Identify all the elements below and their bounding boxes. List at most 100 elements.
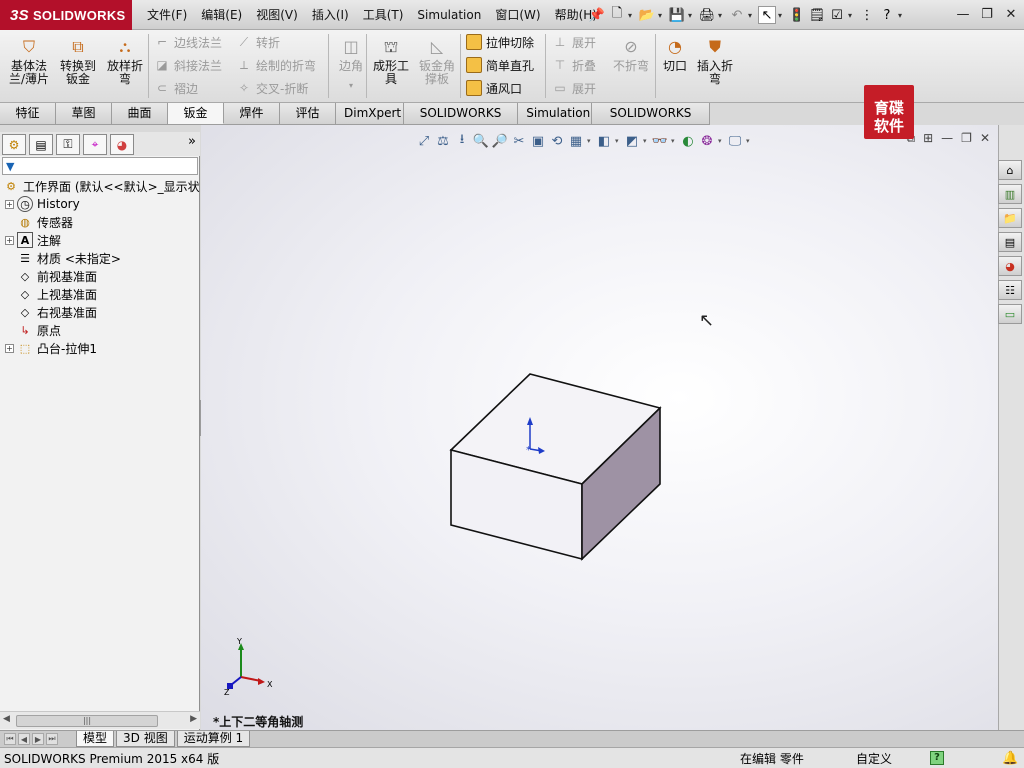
tab-features[interactable]: 特征 (0, 103, 56, 124)
tab-3d-views[interactable]: 3D 视图 (116, 731, 175, 747)
menu-view[interactable]: 视图(V) (249, 0, 305, 30)
tab-evaluate[interactable]: 评估 (280, 103, 336, 124)
first-tab-icon[interactable]: ⏮ (4, 733, 16, 745)
design-library-icon[interactable]: ▥ (998, 184, 1022, 204)
expand-icon[interactable]: + (5, 235, 14, 245)
tree-item-history[interactable]: + ◷ History (0, 195, 200, 213)
rebuild-status-icon[interactable]: 🔔 (1002, 751, 1018, 766)
no-bends-button[interactable]: ⊘ 不折弯 (610, 39, 652, 73)
tree-item-top-plane[interactable]: ◇ 上视基准面 (0, 285, 200, 303)
menu-file[interactable]: 文件(F) (140, 0, 194, 30)
new-dropdown-icon[interactable]: ▾ (628, 11, 636, 20)
tab-model[interactable]: 模型 (76, 731, 115, 747)
tab-simulation[interactable]: Simulation (518, 103, 593, 124)
cross-break-button[interactable]: ✧ 交叉-折断 (236, 78, 308, 98)
print-dropdown-icon[interactable]: ▾ (718, 11, 726, 20)
tab-mbd[interactable]: SOLIDWORKS MBD (592, 103, 711, 141)
file-explorer-icon[interactable]: 📁 (998, 208, 1022, 228)
base-flange-button[interactable]: ⛉ 基体法 兰/薄片 (8, 39, 50, 86)
tab-sheet-metal[interactable]: 钣金 (168, 103, 224, 124)
next-tab-icon[interactable]: ▶ (32, 733, 44, 745)
part-model[interactable]: * (201, 125, 998, 730)
appearances-icon[interactable]: ◕ (998, 256, 1022, 276)
lofted-bend-button[interactable]: ⛬ 放样折 弯 (104, 39, 146, 86)
solidworks-logo[interactable]: 3S SOLIDWORKS (0, 0, 132, 30)
simple-hole-button[interactable]: 简单直孔 (466, 55, 534, 75)
rebuild-traffic-light-icon[interactable]: 🚦 (788, 6, 806, 24)
configuration-manager-tab-icon[interactable]: ⚿ (56, 134, 80, 155)
more-icon[interactable]: ⋮ (858, 6, 876, 24)
jog-button[interactable]: ⟋ 转折 (236, 32, 280, 52)
tree-item-sensors[interactable]: ◍ 传感器 (0, 213, 200, 231)
tree-horizontal-scrollbar[interactable]: ◀ ||| ▶ (0, 711, 200, 729)
tab-motion-study[interactable]: 运动算例 1 (176, 731, 251, 747)
display-manager-tab-icon[interactable]: ◕ (110, 134, 134, 155)
help-dropdown-icon[interactable]: ▾ (898, 11, 906, 20)
save-icon[interactable]: 💾 (668, 6, 686, 24)
options-icon[interactable]: ☑ (828, 6, 846, 24)
fold-button[interactable]: ⊤ 折叠 (552, 55, 596, 75)
save-dropdown-icon[interactable]: ▾ (688, 11, 696, 20)
menu-insert[interactable]: 插入(I) (305, 0, 356, 30)
options-dropdown-icon[interactable]: ▾ (848, 11, 856, 20)
restore-icon[interactable]: ❐ (978, 6, 996, 22)
scroll-left-icon[interactable]: ◀ (3, 714, 10, 724)
insert-bends-button[interactable]: ⛊ 插入折 弯 (694, 39, 736, 86)
more-tabs-icon[interactable]: » (188, 134, 196, 149)
home-icon[interactable]: ⌂ (998, 160, 1022, 180)
minimize-icon[interactable]: — (954, 6, 972, 22)
rip-button[interactable]: ◔ 切口 (654, 39, 696, 73)
new-document-icon[interactable]: 🗋 (608, 6, 626, 24)
tab-sketch[interactable]: 草图 (56, 103, 112, 124)
forming-tool-button[interactable]: ⛫ 成形工 具 (370, 39, 412, 86)
menu-tools[interactable]: 工具(T) (356, 0, 411, 30)
tree-item-annotations[interactable]: + A 注解 (0, 231, 200, 249)
undo-dropdown-icon[interactable]: ▾ (748, 11, 756, 20)
tab-addins[interactable]: SOLIDWORKS 插件 (403, 103, 519, 141)
flatten-button[interactable]: ▭ 展开 (552, 78, 596, 98)
tab-weldments[interactable]: 焊件 (224, 103, 280, 124)
forum-icon[interactable]: ▭ (998, 304, 1022, 324)
scrollbar-thumb[interactable]: ||| (16, 715, 158, 727)
expand-icon[interactable]: + (5, 343, 14, 353)
units-selector[interactable]: 自定义 (856, 750, 892, 767)
tree-item-front-plane[interactable]: ◇ 前视基准面 (0, 267, 200, 285)
vent-button[interactable]: 通风口 (466, 78, 522, 98)
select-dropdown-icon[interactable]: ▾ (778, 11, 786, 20)
miter-flange-button[interactable]: ◪ 斜接法兰 (154, 55, 222, 75)
tree-item-boss-extrude[interactable]: + ⬚ 凸台-拉伸1 (0, 339, 200, 357)
menu-simulation[interactable]: Simulation (410, 0, 488, 30)
tab-dimxpert[interactable]: DimXpert (336, 103, 404, 124)
property-manager-tab-icon[interactable]: ▤ (29, 134, 53, 155)
feature-manager-tab-icon[interactable]: ⚙ (2, 134, 26, 155)
prev-tab-icon[interactable]: ◀ (18, 733, 30, 745)
tree-item-material[interactable]: ☰ 材质 <未指定> (0, 249, 200, 267)
pin-icon[interactable]: 📌 (588, 6, 606, 24)
close-icon[interactable]: ✕ (1002, 6, 1020, 22)
hem-button[interactable]: ⊂ 褶边 (154, 78, 198, 98)
dimxpert-manager-tab-icon[interactable]: ⌖ (83, 134, 107, 155)
open-folder-icon[interactable]: 📂 (638, 6, 656, 24)
custom-properties-icon[interactable]: ☷ (998, 280, 1022, 300)
open-dropdown-icon[interactable]: ▾ (658, 11, 666, 20)
menu-edit[interactable]: 编辑(E) (194, 0, 249, 30)
help-question-icon[interactable]: ? (878, 6, 896, 24)
expand-icon[interactable]: + (5, 199, 14, 209)
quick-tips-icon[interactable]: ? (930, 751, 944, 765)
unfold-button[interactable]: ⊥ 展开 (552, 32, 596, 52)
tree-root-part[interactable]: ⚙ 工作界面 (默认<<默认>_显示状 (0, 177, 200, 195)
tab-surfaces[interactable]: 曲面 (112, 103, 168, 124)
scroll-right-icon[interactable]: ▶ (190, 714, 197, 724)
last-tab-icon[interactable]: ⏭ (46, 733, 58, 745)
gusset-button[interactable]: ◺ 钣金角 撑板 (416, 39, 458, 86)
sketched-bend-button[interactable]: ⟂ 绘制的折弯 (236, 55, 316, 75)
convert-to-sheetmetal-button[interactable]: ⧉ 转换到 钣金 (57, 39, 99, 86)
undo-icon[interactable]: ↶ (728, 6, 746, 24)
tree-filter-input[interactable]: ▼ (2, 157, 198, 175)
menu-window[interactable]: 窗口(W) (488, 0, 547, 30)
extruded-cut-button[interactable]: 拉伸切除 (466, 32, 534, 52)
graphics-area[interactable]: ⤢ ⚖ ⭳ 🔍 🔎 ✂ ▣ ⟲ ▦▾ ◧▾ ◩▾ 👓▾ ◐ ❂▾ 🖵▾ ⧉ ⊞ … (201, 125, 998, 730)
tree-item-origin[interactable]: ↳ 原点 (0, 321, 200, 339)
file-properties-icon[interactable]: 🗒 (808, 6, 826, 24)
tree-item-right-plane[interactable]: ◇ 右视基准面 (0, 303, 200, 321)
